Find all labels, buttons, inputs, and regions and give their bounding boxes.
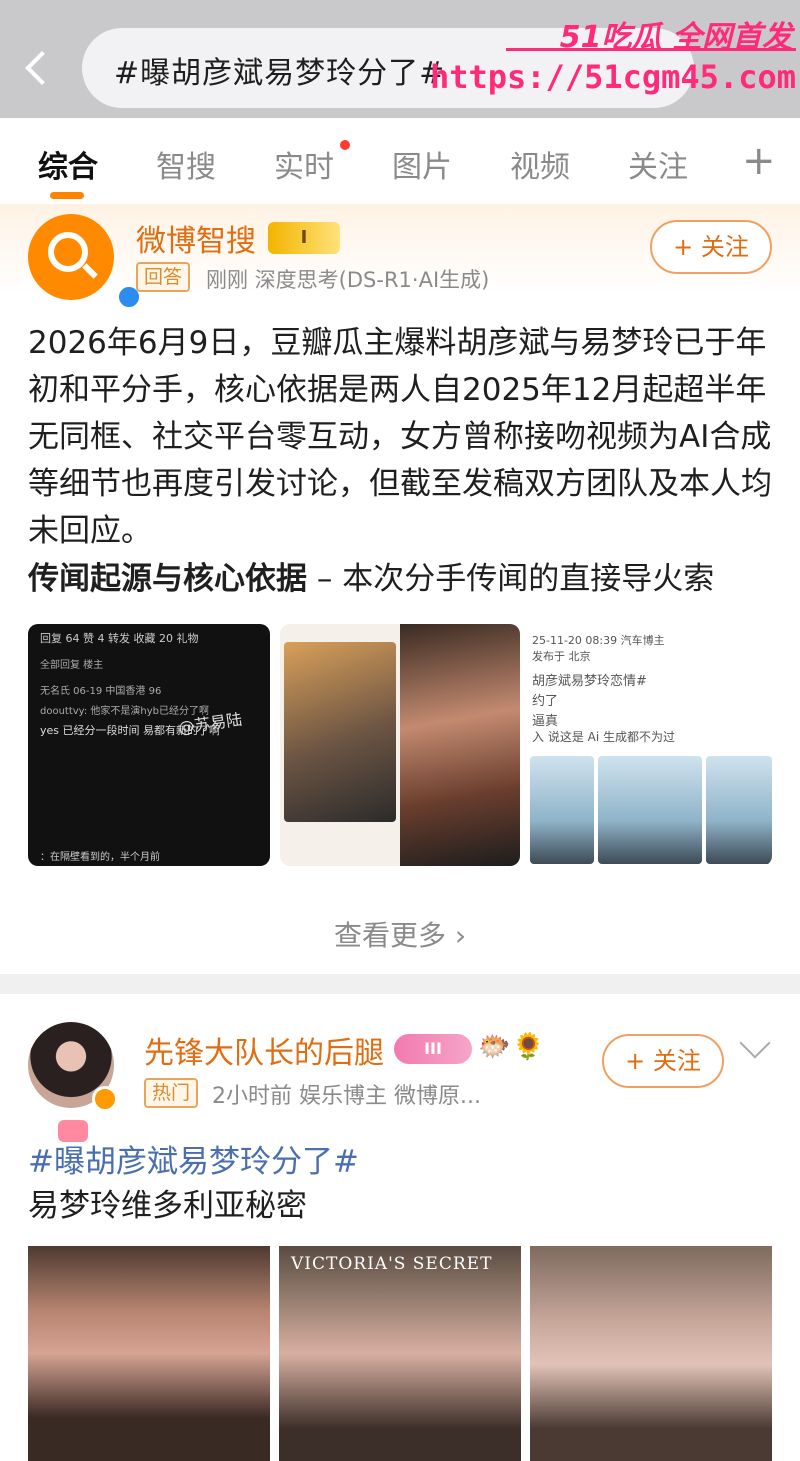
follow-button[interactable]: + 关注 [650, 220, 772, 274]
post-meta: 2小时前 娱乐博主 微博原... [212, 1084, 481, 1109]
post-card: 微博智搜 I 回答 刚刚 深度思考(DS-R1·AI生成) + 关注 2026年… [0, 204, 800, 974]
hashtag-link[interactable]: #曝胡彦斌易梦玲分了# [28, 1136, 359, 1181]
fish-icon: 🐡 [478, 1032, 511, 1062]
thumbnail-comments-screenshot[interactable]: 回复 64 赞 4 转发 收藏 20 礼物 全部回复 楼主 无名氏 06-19 … [28, 624, 270, 866]
back-arrow-icon[interactable] [18, 44, 58, 94]
photo-beach-2 [598, 756, 702, 864]
thumb-line: 逼真 [532, 714, 559, 729]
tab-smart-search[interactable]: 智搜 [156, 142, 216, 186]
section-title: 传闻起源与核心依据 [28, 561, 307, 597]
thumb-row: 全部回复 楼主 [40, 660, 104, 671]
photo-beach-3 [706, 756, 772, 864]
search-handle [82, 263, 98, 279]
thumb-line: 入 说这是 Ai 生成都不为过 [532, 730, 675, 744]
chevron-down-icon[interactable] [739, 1027, 771, 1059]
photo-beach-1 [530, 756, 594, 864]
level-badge: III [394, 1034, 472, 1064]
hot-tag: 热门 [144, 1078, 199, 1108]
add-tab-icon[interactable]: + [742, 138, 776, 184]
active-tab-indicator [50, 192, 84, 199]
thumbnail-post-screenshot[interactable]: 25-11-20 08:39 汽车博主 发布于 北京 胡彦斌易梦玲恋情# 约了 … [528, 624, 772, 866]
thumb-row: 无名氏 06-19 中国香港 96 [40, 686, 162, 697]
post-caption: 易梦玲维多利亚秘密 [28, 1188, 307, 1224]
photo-woman [400, 624, 520, 866]
zhisou-logo-icon[interactable] [28, 214, 142, 310]
post-image[interactable]: VICTORIA'S SECRET [279, 1246, 521, 1461]
thumb-tabs: 回复 64 赞 4 转发 收藏 20 礼物 [40, 632, 199, 645]
thumb-footer: ：在隔壁看到的，半个月前 [40, 852, 160, 863]
verified-icon [92, 1086, 118, 1112]
tab-bar: 综合 智搜 实时 图片 视频 关注 + [0, 118, 800, 204]
tab-following[interactable]: 关注 [628, 142, 688, 186]
post-image[interactable] [530, 1246, 772, 1461]
watermark-brand: 51吃瓜 全网首发 [559, 20, 792, 55]
post-image[interactable] [28, 1246, 270, 1461]
photo-couple [284, 642, 396, 822]
notification-dot [340, 140, 350, 150]
flower-icon: 🌻 [512, 1032, 545, 1062]
crown-icon: I [268, 222, 340, 254]
author-name[interactable]: 微博智搜 [136, 216, 256, 260]
post-body: 2026年6月9日，豆瓣瓜主爆料胡彦斌与易梦玲已于年初和平分手，核心依据是两人自… [28, 325, 772, 549]
watermark-url: https://51cgm45.com [429, 58, 796, 96]
thumb-line: 发布于 北京 [532, 650, 591, 663]
image-brand-text: VICTORIA'S SECRET [291, 1254, 493, 1274]
search-query: #曝胡彦斌易梦玲分了# [114, 56, 446, 91]
author-name[interactable]: 先锋大队长的后腿 [144, 1028, 384, 1072]
post-meta: 刚刚 深度思考(DS-R1·AI生成) [206, 268, 490, 292]
tab-realtime[interactable]: 实时 [274, 142, 334, 186]
thumb-line: 25-11-20 08:39 汽车博主 [532, 634, 665, 647]
thumb-line: 胡彦斌易梦玲恋情# [532, 674, 647, 689]
follow-button[interactable]: + 关注 [602, 1034, 724, 1088]
see-more-link[interactable]: 查看更多 › [0, 914, 800, 954]
section-heading: 传闻起源与核心依据 – 本次分手传闻的直接导火索 [28, 556, 778, 603]
tab-videos[interactable]: 视频 [510, 142, 570, 186]
tab-images[interactable]: 图片 [392, 142, 452, 186]
section-subtitle: – 本次分手传闻的直接导火索 [307, 561, 715, 597]
tab-general[interactable]: 综合 [38, 142, 98, 186]
top-bar: #曝胡彦斌易梦玲分了# 51吃瓜 全网首发 https://51cgm45.co… [0, 0, 800, 118]
thumb-line: 约了 [532, 694, 559, 709]
section-divider [0, 974, 800, 994]
answer-tag: 回答 [136, 262, 191, 292]
thumbnail-photos[interactable] [280, 624, 520, 866]
